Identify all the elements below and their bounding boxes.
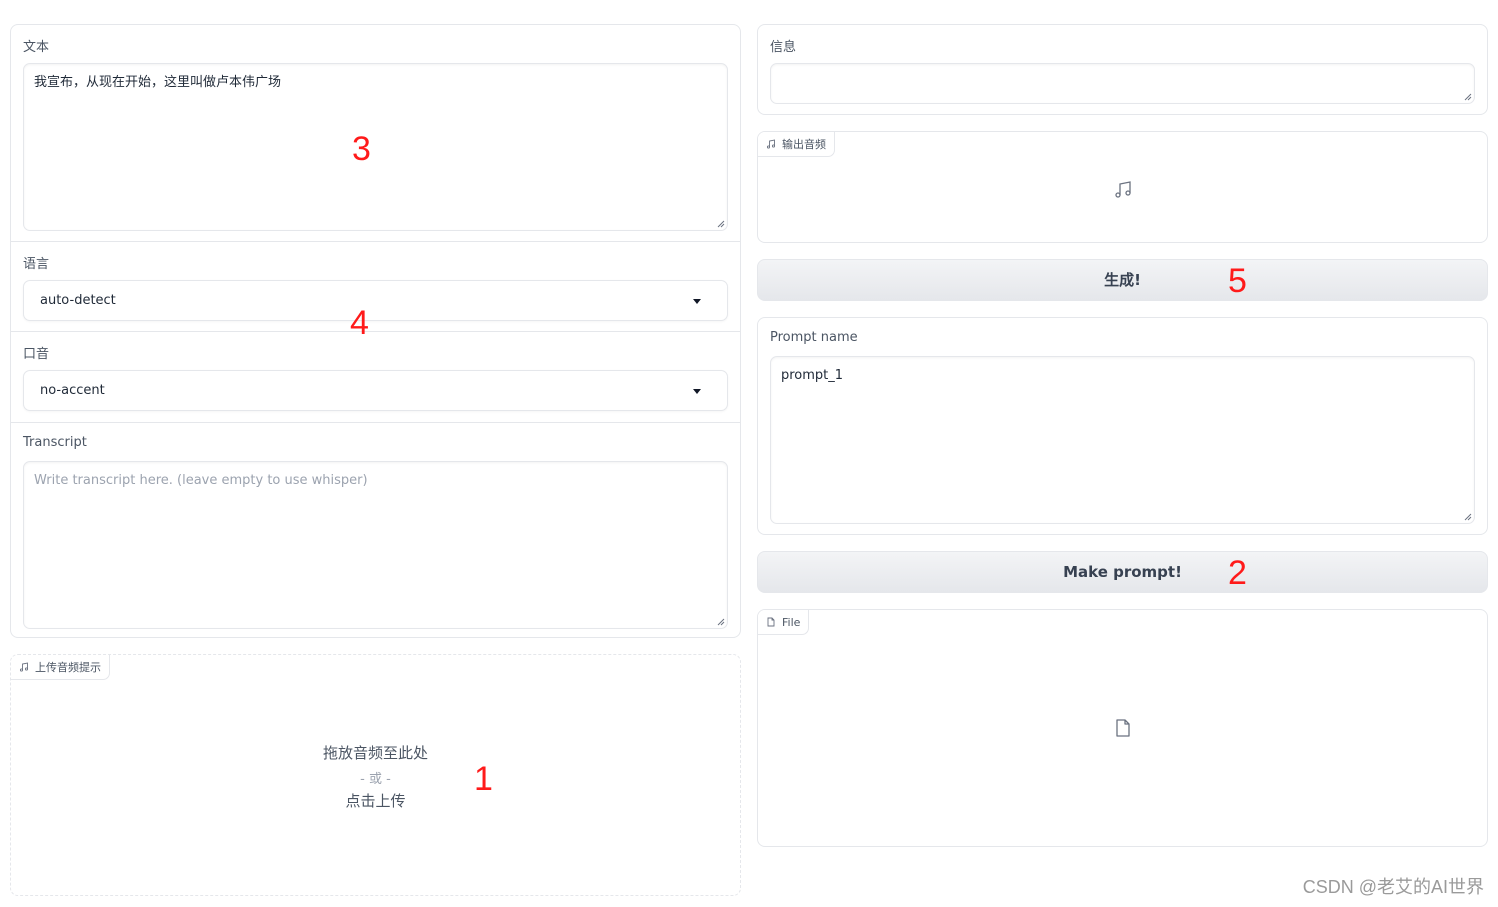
music-icon (1115, 181, 1131, 198)
annotation-2: 2 (1228, 554, 1247, 592)
upload-click-text[interactable]: 点击上传 (11, 790, 740, 811)
prompt-name-card: Prompt name prompt_1 (757, 317, 1488, 535)
upload-drop-text: 拖放音频至此处 (322, 744, 428, 762)
file-output-card: File (757, 609, 1488, 847)
upload-audio-tag: 上传音频提示 (11, 655, 110, 680)
language-section: 语言 auto-detect (11, 241, 740, 331)
text-input-value: 我宣布，从现在开始，这里叫做卢本伟广场 (34, 75, 282, 90)
resize-handle-icon[interactable] (1463, 92, 1472, 101)
resize-handle-icon[interactable] (716, 617, 725, 626)
text-input[interactable]: 我宣布，从现在开始，这里叫做卢本伟广场 (23, 63, 728, 231)
upload-or-text: - 或 - (360, 772, 391, 787)
upload-audio-tag-label: 上传音频提示 (35, 660, 101, 674)
file-icon (1116, 719, 1130, 737)
transcript-placeholder: Write transcript here. (leave empty to u… (34, 473, 368, 488)
transcript-label: Transcript (23, 435, 87, 450)
language-select[interactable]: auto-detect (23, 280, 728, 321)
output-audio-tag-label: 输出音频 (782, 137, 826, 151)
language-label: 语言 (23, 257, 50, 272)
info-output[interactable] (770, 63, 1475, 104)
make-prompt-button[interactable]: Make prompt! (757, 551, 1488, 593)
chevron-down-icon (693, 299, 701, 304)
text-label: 文本 (23, 40, 50, 55)
resize-handle-icon[interactable] (716, 219, 725, 228)
left-input-card: 文本 我宣布，从现在开始，这里叫做卢本伟广场 语言 auto-detect 口音… (10, 24, 741, 638)
watermark: CSDN @老艾的AI世界 (1302, 877, 1484, 897)
output-audio-card: 输出音频 (757, 131, 1488, 243)
transcript-section: Transcript Write transcript here. (leave… (11, 422, 740, 638)
resize-handle-icon[interactable] (1463, 512, 1472, 521)
text-section: 文本 我宣布，从现在开始，这里叫做卢本伟广场 (11, 25, 740, 241)
language-select-value: auto-detect (40, 293, 116, 308)
accent-select[interactable]: no-accent (23, 370, 728, 411)
file-tag: File (758, 610, 810, 635)
chevron-down-icon (693, 389, 701, 394)
annotation-4: 4 (350, 304, 369, 342)
transcript-input[interactable]: Write transcript here. (leave empty to u… (23, 461, 728, 629)
accent-select-value: no-accent (40, 383, 105, 398)
prompt-name-value: prompt_1 (781, 368, 844, 383)
info-label: 信息 (770, 40, 797, 55)
accent-section: 口音 no-accent (11, 331, 740, 422)
annotation-1: 1 (474, 760, 493, 798)
prompt-name-input[interactable]: prompt_1 (770, 356, 1475, 524)
info-card: 信息 (757, 24, 1488, 115)
generate-button[interactable]: 生成! (757, 259, 1488, 301)
music-icon (19, 662, 29, 672)
annotation-3: 3 (352, 130, 371, 168)
output-audio-tag: 输出音频 (758, 132, 835, 157)
file-tag-label: File (782, 615, 801, 629)
accent-label: 口音 (23, 347, 50, 362)
file-icon (767, 617, 775, 627)
annotation-5: 5 (1228, 262, 1247, 300)
upload-audio-dropzone[interactable]: 上传音频提示 拖放音频至此处 - 或 - 点击上传 (10, 654, 741, 896)
prompt-name-label: Prompt name (770, 330, 858, 345)
music-icon (766, 139, 776, 149)
